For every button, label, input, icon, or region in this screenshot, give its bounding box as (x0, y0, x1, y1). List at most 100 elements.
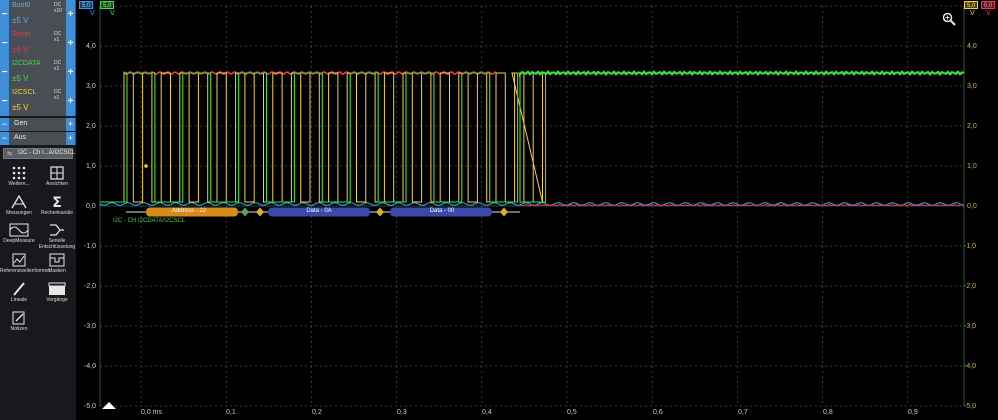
channel-boot0-plus-button[interactable]: + (66, 0, 75, 29)
packet-label-data[interactable]: Data - 00 (392, 208, 492, 214)
channel-name: Boot0 (12, 2, 31, 9)
channel-i2cscl-plus-button[interactable]: + (66, 87, 75, 116)
serial-decoding-button[interactable]: Serielle Entschlüsselung (38, 223, 76, 250)
measurements-icon (11, 195, 27, 209)
channel-name: I2CDATA (12, 60, 41, 67)
tool-label: Notizen (10, 326, 28, 332)
packet-ack-marker (256, 207, 264, 217)
rulers-button[interactable]: Lineale (0, 282, 38, 303)
packet-ack-marker (241, 207, 249, 217)
decoder-label: I2C - Ch I...A/I2CSCL (18, 150, 76, 156)
tool-label: Messungen (6, 210, 32, 216)
notes-button[interactable]: Notizen (0, 311, 38, 332)
channel-i2cscl-minus-button[interactable]: − (0, 87, 9, 116)
trigger-time-marker (102, 402, 116, 409)
reference-waveforms-button[interactable]: Referenzwellenformen (0, 253, 51, 274)
probe-factor: x1 (54, 37, 60, 43)
generator-state-minus-button[interactable]: − (0, 132, 9, 145)
x-axis-tick: 0,7 (738, 409, 748, 416)
masks-button[interactable]: Masken (38, 253, 76, 274)
deepmeasure-icon (9, 223, 29, 237)
channel-range[interactable]: ±5 V (12, 16, 28, 25)
channel-range[interactable]: ±5 V (12, 45, 28, 54)
channel-name: Reset (12, 31, 31, 38)
generator-plus-button[interactable]: + (66, 118, 75, 131)
y-axis-right-tick: -2,0 (964, 283, 977, 290)
scale-box-blue[interactable]: 5,0 (79, 1, 94, 9)
channel-boot0-minus-button[interactable]: − (0, 0, 9, 29)
measurements-button[interactable]: Messungen (0, 195, 38, 216)
window-grid-icon (50, 166, 64, 180)
scale-box-green[interactable]: 5,0 (100, 1, 115, 9)
decoder-trace-label: I2C - CH I2CDATA/I2CSCL (113, 218, 186, 224)
channel-i2cdata-plus-button[interactable]: + (66, 58, 75, 87)
channel-boot0[interactable]: − Boot0 DC x10 ±5 V + (0, 0, 76, 29)
unit-label-yellow: V (970, 10, 975, 17)
trace-i2cscl (100, 72, 543, 203)
channel-i2cscl[interactable]: − I2CSCL DC x1 ±5 V + (0, 87, 76, 116)
y-axis-left-tick: 4,0 (86, 43, 96, 50)
y-axis-left-tick: 2,0 (86, 123, 96, 130)
x-axis-tick: 0,6 (653, 409, 663, 416)
ruler-icon (13, 282, 25, 296)
x-axis-tick: 0,9 (908, 409, 918, 416)
channel-reset[interactable]: − Reset DC x1 ±5 V + (0, 29, 76, 58)
generator-state-plus-button[interactable]: + (66, 132, 75, 145)
channel-coupling: DC x10 (54, 2, 62, 14)
channel-range[interactable]: ±5 V (12, 103, 28, 112)
y-axis-right-tick: 1,0 (967, 163, 977, 170)
deepmeasure-button[interactable]: DeepMeasure (0, 223, 38, 244)
tool-label: Masken (48, 268, 66, 274)
unit-label-green: V (110, 10, 115, 17)
x-axis-tick: 0,1 (226, 409, 236, 416)
y-axis-right-tick: -1,0 (964, 243, 977, 250)
grid-dots-icon (12, 166, 26, 180)
y-axis-right-tick: 4,0 (967, 43, 977, 50)
channel-i2cdata-minus-button[interactable]: − (0, 58, 9, 87)
y-axis-left-tick: -2,0 (84, 283, 97, 290)
generator-state-row[interactable]: − Aus + (0, 132, 76, 145)
y-axis-right-tick: -3,0 (964, 323, 977, 330)
trigger-marker (144, 164, 148, 168)
tool-label: Ansichten (46, 181, 68, 187)
scale-box-red[interactable]: 5,0 (981, 1, 996, 9)
probe-factor: x1 (54, 95, 60, 101)
channel-coupling: DC x1 (54, 60, 61, 72)
views-button[interactable]: Ansichten (38, 166, 76, 187)
y-axis-left-tick: 3,0 (86, 83, 96, 90)
packet-label-data[interactable]: Data - 0A (269, 208, 369, 214)
generator-row[interactable]: − Gen + (0, 118, 76, 131)
notes-icon (12, 311, 25, 325)
left-toolbar: − Boot0 DC x10 ±5 V + − Reset DC x1 ±5 V +… (0, 0, 76, 420)
tool-label: Rechenkanäle (41, 210, 73, 216)
scope-view[interactable]: 5,0 5,0 V V 5,0 5,0 V V 4,0 3,0 2,0 1,0 … (76, 0, 998, 420)
channel-coupling: DC x1 (54, 31, 61, 43)
x-axis-tick: 0,2 (312, 409, 322, 416)
y-axis-left-tick: -3,0 (84, 323, 97, 330)
actions-button[interactable]: Vorgänge (38, 282, 76, 303)
channel-reset-plus-button[interactable]: + (66, 29, 75, 58)
channel-range[interactable]: ±5 V (12, 74, 28, 83)
tool-label: Referenzwellenformen (0, 268, 51, 274)
more-button[interactable]: Weitere... (0, 166, 38, 187)
tool-label: DeepMeasure (3, 238, 35, 244)
generator-minus-button[interactable]: − (0, 118, 9, 131)
packet-label-address[interactable]: Address - 22 (154, 208, 224, 214)
y-axis-left-tick: 0,0 (86, 203, 96, 210)
tool-label: Weitere... (8, 181, 30, 187)
channel-i2cdata[interactable]: − I2CDATA DC x1 ±5 V + (0, 58, 76, 87)
probe-factor: x10 (54, 8, 63, 14)
x-axis-tick: 0,0 ms (141, 409, 163, 416)
y-axis-left-tick: -4,0 (84, 363, 97, 370)
math-channels-button[interactable]: Σ Rechenkanäle (38, 195, 76, 216)
serial-decoder-selector[interactable]: ⇆ I2C - Ch I...A/I2CSCL (3, 148, 76, 159)
packet-stop-marker (500, 207, 508, 217)
channel-reset-minus-button[interactable]: − (0, 29, 9, 58)
decoder-icon: ⇆ (7, 151, 13, 157)
y-axis-right-tick: 0,0 (967, 203, 977, 210)
y-axis-left-tick: -5,0 (84, 403, 97, 410)
y-axis-right-tick: -4,0 (964, 363, 977, 370)
magnifier-icon[interactable] (942, 12, 956, 26)
scale-box-yellow[interactable]: 5,0 (964, 1, 979, 9)
trace-i2cdata-idle (518, 70, 965, 78)
